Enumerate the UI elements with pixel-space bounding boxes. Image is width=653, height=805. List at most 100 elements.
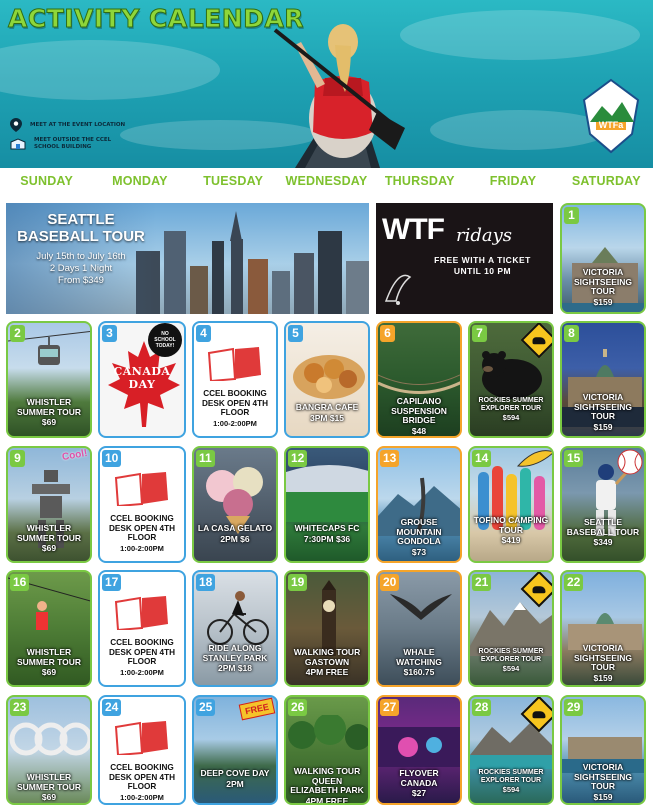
calendar-day-14[interactable]: 14 TOFINO CAMPING TOUR $419 [468, 446, 554, 563]
calendar-day-9[interactable]: Cool! 9 WHISTLER SUMMER TOUR $69 [6, 446, 92, 563]
day-number: 19 [288, 574, 308, 591]
open-book-icon [207, 347, 261, 381]
banner-price: From $349 [58, 275, 104, 286]
day-number: 23 [10, 699, 30, 716]
day-number: 12 [288, 450, 308, 467]
banner-title: SEATTLE BASEBALL TOUR [6, 211, 156, 245]
calendar-day-18[interactable]: 18 RIDE ALONG STANLEY PARK 2PM $18 [192, 570, 278, 687]
legend-item-school-building: MEET OUTSIDE THE CCEL SCHOOL BUILDING [10, 137, 134, 151]
activity-price: 7:30PM $36 [303, 533, 351, 544]
calendar-day-22[interactable]: 22 VICTORIA SIGHTSEEING TOUR $159 [560, 570, 646, 687]
calendar-day-16[interactable]: 16 WHISTLER SUMMER TOUR $69 [6, 570, 92, 687]
activity-label: ROCKIES SUMMER EXPLORER TOUR $594 [470, 648, 552, 673]
calendar-day-7[interactable]: 7 ROCKIES SUMMER EXPLORER TOUR $594 [468, 321, 554, 438]
whale-tail-image [390, 594, 452, 648]
calendar-day-1[interactable]: 1 VICTORIA SIGHTSEEING TOUR $159 [560, 203, 646, 314]
calendar-day-13[interactable]: 13 GROUSE MOUNTAIN GONDOLA $73 [376, 446, 462, 563]
day-number: 26 [288, 699, 308, 716]
activity-price: 2PM $6 [220, 533, 250, 544]
cyclist-image [207, 591, 269, 645]
weekday-saturday: SATURDAY [571, 174, 641, 188]
activity-label: VICTORIA SIGHTSEEING TOUR $159 [562, 643, 644, 683]
logo-text: WTFa [599, 120, 624, 130]
day-number: 3 [102, 325, 117, 342]
activity-title: ROCKIES SUMMER EXPLORER TOUR [478, 397, 544, 412]
activity-price: $594 [502, 664, 520, 673]
calendar-day-28[interactable]: 28 ROCKIES SUMMER EXPLORER TOUR $594 [468, 695, 554, 805]
calendar-day-25[interactable]: FREE 25 DEEP COVE DAY 2PM [192, 695, 278, 805]
calendar-day-29[interactable]: 29 VICTORIA SIGHTSEEING TOUR $159 [560, 695, 646, 805]
activity-label: CCEL BOOKING DESK OPEN 4TH FLOOR 1:00-2:… [100, 638, 184, 677]
activity-label: LA CASA GELATO 2PM $6 [194, 523, 276, 544]
calendar-day-17[interactable]: 17 CCEL BOOKING DESK OPEN 4TH FLOOR 1:00… [98, 570, 186, 687]
calendar-day-10[interactable]: 10 CCEL BOOKING DESK OPEN 4TH FLOOR 1:00… [98, 446, 186, 563]
banner-details: July 15th to July 16th 2 Days 1 Night Fr… [6, 251, 156, 287]
day-number: 10 [102, 450, 122, 467]
activity-price: $159 [593, 672, 613, 683]
day-number: 15 [564, 450, 584, 467]
activity-title: CCEL BOOKING DESK OPEN 4TH FLOOR [109, 763, 175, 791]
calendar-day-11[interactable]: 11 LA CASA GELATO 2PM $6 [192, 446, 278, 563]
seattle-baseball-banner[interactable]: SEATTLE BASEBALL TOUR July 15th to July … [6, 203, 369, 314]
location-pin-icon [10, 118, 22, 132]
free-sticker: FREE [238, 697, 276, 721]
wtf-line1: FREE WITH A TICKET [434, 255, 531, 265]
weekday-monday: MONDAY [112, 174, 168, 188]
activity-price: $159 [593, 421, 613, 432]
food-plate-image [293, 355, 365, 399]
day-number: 29 [564, 699, 584, 716]
calendar-day-2[interactable]: 2 WHISTLER SUMMER TOUR $69 [6, 321, 92, 438]
day-number: 9 [10, 450, 25, 467]
activity-title: VICTORIA SIGHTSEEING TOUR [573, 643, 633, 672]
activity-price: $419 [501, 535, 521, 545]
activity-title: GROUSE MOUNTAIN GONDOLA [396, 517, 442, 546]
day-number: 22 [564, 574, 584, 591]
no-school-badge: NO SCHOOL TODAY! [148, 323, 182, 357]
activity-title: CCEL BOOKING DESK OPEN 4TH FLOOR [109, 514, 175, 542]
calendar-day-12[interactable]: 12 WHITECAPS FC 7:30PM $36 [284, 446, 370, 563]
calendar-day-19[interactable]: 19 WALKING TOUR GASTOWN 4PM FREE [284, 570, 370, 687]
calendar-day-4[interactable]: 4 CCEL BOOKING DESK OPEN 4TH FLOOR 1:00-… [192, 321, 278, 438]
day-number: 13 [380, 450, 400, 467]
activity-label: WALKING TOUR GASTOWN 4PM FREE [286, 647, 368, 678]
activity-time: 1:00-2:00PM [120, 543, 164, 553]
activity-time: 1:00-2:00PM [213, 418, 257, 428]
wtf-fridays-banner[interactable]: WTF ridays FREE WITH A TICKET UNTIL 10 P… [376, 203, 553, 314]
activity-label: WHITECAPS FC 7:30PM $36 [286, 523, 368, 544]
open-book-icon [114, 721, 168, 755]
banner-dates: July 15th to July 16th [36, 251, 126, 262]
calendar-day-15[interactable]: 15 SEATTLE BASEBALL TOUR $349 [560, 446, 646, 563]
header-banner: ACTIVITY CALENDAR MEET AT THE EVENT LOCA… [0, 0, 653, 168]
calendar-day-21[interactable]: 21 ROCKIES SUMMER EXPLORER TOUR $594 [468, 570, 554, 687]
activity-price: $159 [593, 791, 613, 802]
wtf-line2: UNTIL 10 PM [453, 266, 512, 276]
activity-label: CCEL BOOKING DESK OPEN 4TH FLOOR 1:00-2:… [100, 763, 184, 802]
calendar-day-27[interactable]: 27 FLYOVER CANADA $27 [376, 695, 462, 805]
calendar-day-5[interactable]: 5 BANGRA CAFE 3PM $15 [284, 321, 370, 438]
activity-price: $27 [411, 788, 427, 798]
calendar-day-24[interactable]: 24 CCEL BOOKING DESK OPEN 4TH FLOOR 1:00… [98, 695, 186, 805]
activity-title: FLYOVER CANADA [399, 768, 439, 788]
day-number: 7 [472, 325, 487, 342]
activity-title: CCEL BOOKING DESK OPEN 4TH FLOOR [202, 389, 268, 417]
activity-price: $160.75 [403, 667, 435, 677]
olympic-rings-image [9, 722, 90, 756]
day-number: 14 [472, 450, 492, 467]
calendar-day-8[interactable]: 8 VICTORIA SIGHTSEEING TOUR $159 [560, 321, 646, 438]
calendar-day-23[interactable]: 23 WHISTLER SUMMER TOUR $69 [6, 695, 92, 805]
activity-label: RIDE ALONG STANLEY PARK 2PM $18 [194, 643, 276, 674]
activity-label: CAPILANO SUSPENSION BRIDGE $48 [378, 396, 460, 436]
activity-price: $594 [502, 785, 520, 794]
calendar-day-3[interactable]: CANADA DAY NO SCHOOL TODAY! 3 [98, 321, 186, 438]
activity-title: WHISTLER SUMMER TOUR [16, 647, 82, 667]
activity-label: WHISTLER SUMMER TOUR $69 [8, 772, 90, 803]
calendar-day-20[interactable]: 20 WHALE WATCHING $160.75 [376, 570, 462, 687]
calendar-day-6[interactable]: 6 CAPILANO SUSPENSION BRIDGE $48 [376, 321, 462, 438]
activity-title: CCEL BOOKING DESK OPEN 4TH FLOOR [109, 638, 175, 666]
calendar-day-26[interactable]: 26 WALKING TOUR QUEEN ELIZABETH PARK 4PM… [284, 695, 370, 805]
activity-label: WHISTLER SUMMER TOUR $69 [8, 397, 90, 428]
day-number: 1 [564, 207, 579, 224]
activity-label: VICTORIA SIGHTSEEING TOUR $159 [562, 762, 644, 802]
day-number: 28 [472, 699, 492, 716]
activity-price: $48 [411, 425, 427, 436]
